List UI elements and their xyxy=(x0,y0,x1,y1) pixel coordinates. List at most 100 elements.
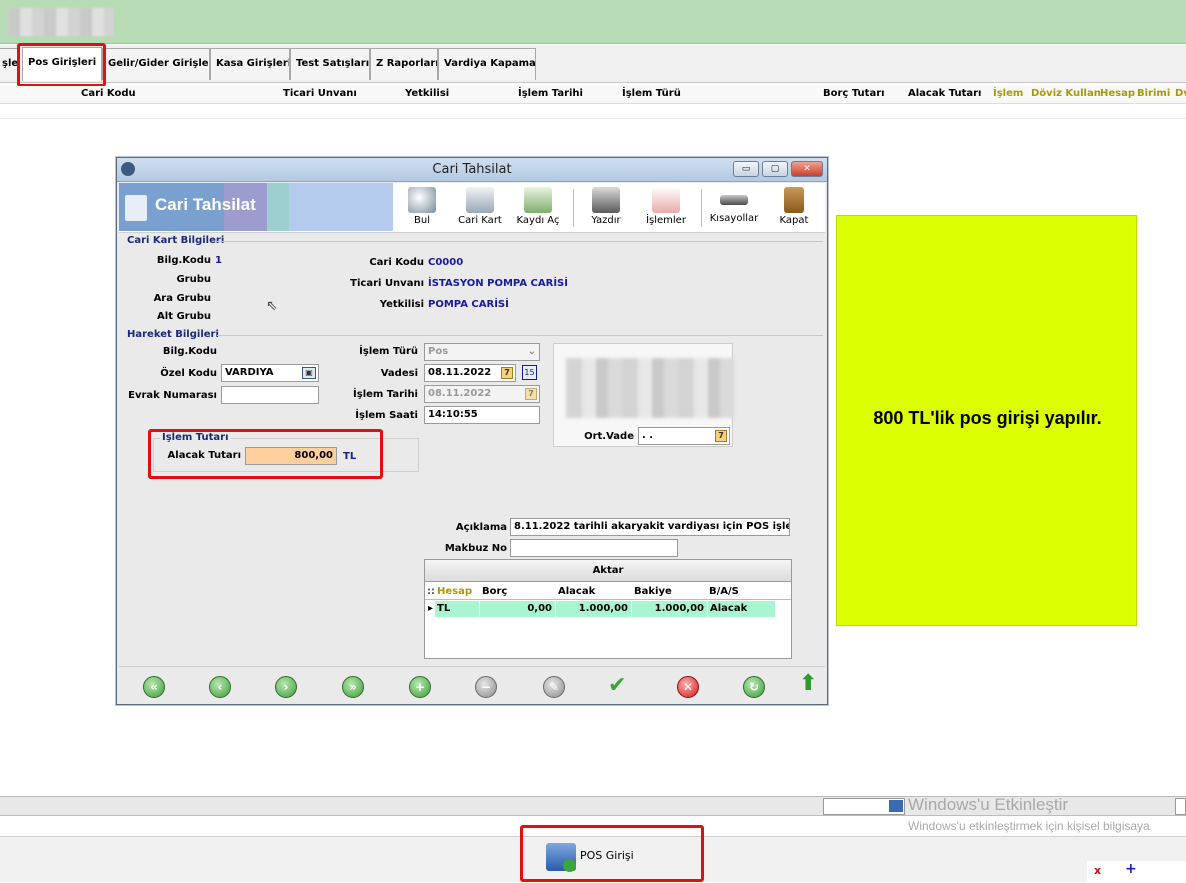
col-borc-tutari[interactable]: Borç Tutarı xyxy=(823,88,885,99)
cell-alacak[interactable]: 1.000,00 xyxy=(556,601,631,617)
section-cari-kart: Cari Kart Bilgileri xyxy=(127,235,225,246)
evrak-label: Evrak Numarası xyxy=(128,390,217,401)
aktar-col-bakiye[interactable]: Bakiye xyxy=(634,586,672,597)
col-hesap[interactable]: Hesap xyxy=(1100,88,1135,99)
col-dv[interactable]: Dv xyxy=(1175,88,1186,99)
tab-z-raporlari[interactable]: Z Raporları xyxy=(370,48,438,80)
ozel-kodu-value: VARDIYA xyxy=(225,367,274,378)
kapat-button[interactable]: Kapat xyxy=(767,185,821,231)
makbuz-input[interactable] xyxy=(510,539,678,557)
highlight-pos-tab xyxy=(17,43,106,87)
last-record-icon[interactable]: » xyxy=(342,676,364,698)
islem-saati-label: İşlem Saati xyxy=(355,410,418,421)
tab-kasa-girisleri[interactable]: Kasa Girişleri xyxy=(210,48,290,80)
cell-borc[interactable]: 0,00 xyxy=(480,601,555,617)
col-doviz-kullan[interactable]: Döviz Kullan xyxy=(1031,88,1101,99)
col-alacak-tutari[interactable]: Alacak Tutarı xyxy=(908,88,981,99)
document-icon xyxy=(524,187,552,213)
first-record-icon[interactable]: « xyxy=(143,676,165,698)
section-hareket: Hareket Bilgileri xyxy=(127,329,219,340)
aktar-col-borc[interactable]: Borç xyxy=(482,586,507,597)
cari-kart-button[interactable]: Cari Kart xyxy=(453,185,507,231)
vadesi-label: Vadesi xyxy=(380,368,418,379)
up-arrow-icon[interactable]: ⬆ xyxy=(799,671,817,696)
ozel-kodu-input[interactable]: VARDIYA ▣ xyxy=(221,364,319,382)
islem-saati-input[interactable]: 14:10:55 xyxy=(424,406,540,424)
refresh-icon[interactable]: ↻ xyxy=(743,676,765,698)
vadesi-input[interactable]: 08.11.2022 7 xyxy=(424,364,516,382)
edit-record-icon[interactable]: ✎ xyxy=(543,676,565,698)
ort-vade-value: . . xyxy=(642,430,654,441)
add-record-icon[interactable]: + xyxy=(409,676,431,698)
confirm-check-icon[interactable]: ✔ xyxy=(608,673,626,698)
calendar-icon[interactable]: 7 xyxy=(525,388,537,400)
grip-icon: :: xyxy=(427,586,435,597)
cell-hesap[interactable]: TL xyxy=(435,601,479,617)
aktar-col-hesap[interactable]: Hesap xyxy=(437,586,472,597)
calendar-icon[interactable]: 7 xyxy=(501,367,513,379)
col-cari-kodu[interactable]: Cari Kodu xyxy=(81,88,136,99)
blurred-info-panel: Ort.Vade . . 7 xyxy=(553,343,734,447)
maximize-button[interactable]: ▢ xyxy=(762,161,788,177)
islem-tarihi-input[interactable]: 08.11.2022 7 xyxy=(424,385,540,403)
calendar-icon[interactable]: 7 xyxy=(715,430,727,442)
cancel-x-icon[interactable]: ✕ xyxy=(677,676,699,698)
cell-bakiye[interactable]: 1.000,00 xyxy=(632,601,707,617)
col-yetkilisi[interactable]: Yetkilisi xyxy=(405,88,449,99)
col-islem[interactable]: İşlem xyxy=(993,88,1023,99)
col-birimi[interactable]: Birimi xyxy=(1137,88,1170,99)
aktar-columns: :: Hesap Borç Alacak Bakiye B/A/S xyxy=(425,584,791,600)
calendar-grid-icon[interactable]: 15 xyxy=(522,365,537,380)
islem-turu-select[interactable]: Pos ⌄ xyxy=(424,343,540,361)
divider xyxy=(217,335,823,336)
tab-partial[interactable]: şler xyxy=(0,48,18,80)
col-islem-turu[interactable]: İşlem Türü xyxy=(622,88,681,99)
aktar-col-alacak[interactable]: Alacak xyxy=(558,586,595,597)
minimize-button[interactable]: ▭ xyxy=(733,161,759,177)
bul-button[interactable]: Bul xyxy=(395,185,449,231)
cell-bas[interactable]: Alacak xyxy=(708,601,775,617)
note-text: 800 TL'lik pos girişi yapılır. xyxy=(873,408,1102,428)
islemler-button[interactable]: İşlemler xyxy=(639,185,693,231)
aktar-header[interactable]: Aktar xyxy=(425,560,791,582)
close-icon[interactable]: x xyxy=(1094,864,1101,877)
activation-title: Windows'u Etkinleştir xyxy=(908,795,1069,814)
bul-label: Bul xyxy=(414,215,430,226)
tab-test-satislari[interactable]: Test Satışları xyxy=(290,48,370,80)
yazdir-button[interactable]: Yazdır xyxy=(579,185,633,231)
search-icon xyxy=(408,187,436,213)
col-islem-tarihi[interactable]: İşlem Tarihi xyxy=(518,88,583,99)
plus-icon[interactable]: + xyxy=(1125,861,1137,877)
kaydi-ac-button[interactable]: Kaydı Aç xyxy=(511,185,565,231)
cari-kodu-label: Cari Kodu xyxy=(369,257,424,268)
toolbar: Cari Tahsilat Bul Cari Kart Kaydı Aç Yaz… xyxy=(119,183,825,233)
kaydi-ac-label: Kaydı Aç xyxy=(516,215,560,226)
tab-gelir-gider[interactable]: Gelir/Gider Girişleri xyxy=(102,48,210,80)
previous-record-icon[interactable]: ‹ xyxy=(209,676,231,698)
grid-header: Cari Kodu Ticari Unvanı Yetkilisi İşlem … xyxy=(0,86,1186,104)
evrak-input[interactable] xyxy=(221,386,319,404)
ort-vade-label: Ort.Vade xyxy=(584,431,634,442)
ort-vade-input[interactable]: . . 7 xyxy=(638,427,730,445)
hareket-bilg-kodu-label: Bilg.Kodu xyxy=(162,346,217,357)
aktar-grid: Aktar :: Hesap Borç Alacak Bakiye B/A/S … xyxy=(424,559,792,659)
toolbar-separator xyxy=(701,189,702,227)
aciklama-input[interactable]: 8.11.2022 tarihli akaryakit vardiyası iç… xyxy=(510,518,790,536)
aktar-col-bas[interactable]: B/A/S xyxy=(709,586,739,597)
kisayollar-button[interactable]: Kısayollar xyxy=(707,185,761,231)
delete-record-icon[interactable]: − xyxy=(475,676,497,698)
col-ticari-unvani[interactable]: Ticari Unvanı xyxy=(283,88,357,99)
lookup-icon[interactable]: ▣ xyxy=(302,367,316,379)
islem-saati-value: 14:10:55 xyxy=(428,409,478,420)
keyboard-icon xyxy=(720,195,748,205)
cari-kart-label: Cari Kart xyxy=(458,215,502,226)
highlight-pos-button xyxy=(520,825,704,882)
status-field-right[interactable] xyxy=(1175,798,1186,815)
table-row[interactable]: ▸ TL 0,00 1.000,00 1.000,00 Alacak xyxy=(425,601,775,617)
tab-vardiya-kapama[interactable]: Vardiya Kapama xyxy=(438,48,536,80)
close-button[interactable]: ✕ xyxy=(791,161,823,177)
window-titlebar: Cari Tahsilat ▭ ▢ ✕ xyxy=(117,158,827,182)
kapat-label: Kapat xyxy=(779,215,809,226)
makbuz-label: Makbuz No xyxy=(444,543,507,554)
next-record-icon[interactable]: › xyxy=(275,676,297,698)
